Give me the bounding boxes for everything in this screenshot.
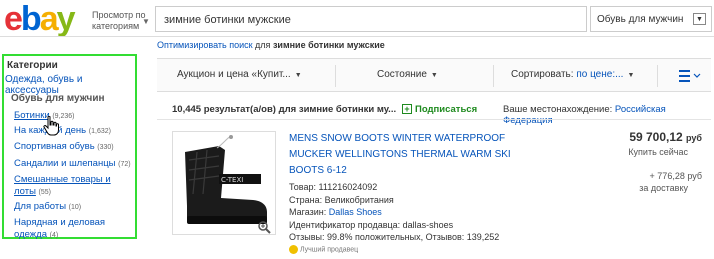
sort-dropdown[interactable]: Сортировать: по цене:... ▼ [511, 69, 634, 80]
shipping-label: за доставку [639, 183, 688, 193]
chevron-down-icon: ▼ [142, 17, 150, 26]
chevron-down-icon: ▼ [627, 72, 635, 79]
item-reviews: Отзывы: 99.8% положительных, Отзывов: 13… [289, 232, 500, 242]
shipping-cost: + 776,28 руб [649, 171, 702, 181]
sidebar-title: Категории [7, 60, 58, 71]
buy-now-label: Купить сейчас [628, 147, 688, 157]
chevron-down-icon: ▼ [430, 72, 438, 79]
item-title-link[interactable]: MENS SNOW BOOTS WINTER WATERPROOF MUCKER… [289, 131, 517, 179]
item-price: 59 700,12 руб [629, 130, 702, 144]
divider [657, 65, 658, 87]
sort-toolbar: Аукцион и цена «Купит... ▼ Состояние ▼ Сор… [157, 58, 711, 92]
boot-image: C-TEXI [185, 135, 267, 224]
hand-cursor-icon [43, 116, 59, 136]
item-seller-id: Идентификатор продавца: dallas-shoes [289, 220, 454, 230]
sidebar-item-mixed-lots[interactable]: Смешанные товары и лоты (55) [14, 174, 111, 199]
follow-search-button[interactable]: + Подписаться [402, 104, 477, 115]
divider [0, 36, 714, 37]
divider [157, 119, 711, 120]
sidebar-item-casual[interactable]: На каждый день (1,632) [14, 125, 111, 138]
sidebar-item-sandals[interactable]: Сандалии и шлепанцы (72) [14, 158, 131, 171]
item-shop: Магазин: Dallas Shoes [289, 207, 382, 217]
location-info: Ваше местонахождение: Российская Федерац… [503, 104, 666, 126]
refine-search-bar: Оптимизировать поиск для зимние ботинки … [157, 40, 385, 50]
category-sidebar: Категории Одежда, обувь и аксессуары Обу… [2, 54, 137, 242]
results-count: 10,445 результат(а/ов) для зимние ботинк… [172, 104, 397, 115]
header: ebay Просмотр по категориям ▼ зимние бот… [0, 0, 714, 40]
plus-icon: + [402, 104, 412, 114]
format-filter-dropdown[interactable]: Аукцион и цена «Купит... ▼ [177, 69, 302, 80]
sidebar-item-formal[interactable]: Нарядная и деловая одежда (4) [14, 217, 105, 242]
sidebar-item-sport[interactable]: Спортивная обувь (330) [14, 141, 114, 154]
item-product-id: Товар: 111216024092 [289, 182, 378, 192]
item-country: Страна: Великобритания [289, 195, 394, 205]
browse-categories-button[interactable]: Просмотр по категориям ▼ [92, 10, 154, 32]
shop-link[interactable]: Dallas Shoes [329, 207, 382, 217]
ebay-logo[interactable]: ebay [4, 2, 76, 36]
category-select[interactable]: Обувь для мужчин ▼ [590, 6, 712, 32]
badge-icon [289, 245, 298, 254]
search-input[interactable]: зимние ботинки мужские [155, 6, 587, 32]
chevron-down-icon: ▼ [294, 72, 302, 79]
condition-dropdown[interactable]: Состояние ▼ [377, 69, 438, 80]
chevron-down-icon: ▼ [693, 13, 706, 25]
refine-search-link[interactable]: Оптимизировать поиск [157, 40, 253, 50]
list-view-icon[interactable] [679, 69, 701, 83]
brand-label: C-TEXI [221, 176, 243, 184]
sidebar-subtitle: Обувь для мужчин [11, 93, 105, 104]
zoom-icon[interactable] [257, 220, 271, 234]
divider [335, 65, 336, 87]
sidebar-item-work[interactable]: Для работы (10) [14, 201, 81, 214]
item-image[interactable]: C-TEXI [172, 131, 276, 235]
top-seller-badge: Лучший продавец [289, 245, 358, 254]
divider [493, 65, 494, 87]
